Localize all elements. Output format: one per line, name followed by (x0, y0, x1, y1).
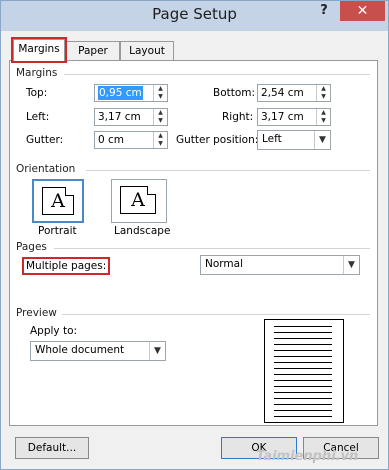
portrait-page-icon: A (42, 187, 74, 215)
spin-down-icon[interactable]: ▼ (154, 140, 167, 148)
spin-down-icon[interactable]: ▼ (317, 117, 330, 125)
margins-group-label: Margins (16, 67, 58, 79)
spin-down-icon[interactable]: ▼ (317, 93, 330, 101)
apply-to-select[interactable]: Whole document ▼ (30, 341, 166, 361)
spin-up-icon[interactable]: ▲ (317, 85, 330, 93)
gutter-label: Gutter: (26, 134, 64, 146)
landscape-page-icon: A (120, 186, 156, 214)
spin-up-icon[interactable]: ▲ (154, 132, 167, 140)
tab-strip: Margins Paper Layout (9, 37, 379, 63)
spin-up-icon[interactable]: ▲ (154, 85, 167, 93)
help-button[interactable]: ? (311, 3, 337, 23)
top-margin-value: 0,95 cm (98, 86, 143, 100)
tab-layout[interactable]: Layout (120, 41, 174, 60)
margins-divider (64, 74, 370, 75)
margins-panel: Margins Top: 0,95 cm ▲ ▼ Bottom: 2,54 cm … (9, 60, 378, 426)
multiple-pages-label: Multiple pages: (21, 257, 111, 275)
default-button[interactable]: Default... (15, 437, 89, 459)
multiple-pages-value: Normal (205, 258, 243, 270)
watermark-logo: Taimienphi.vn (256, 449, 359, 464)
landscape-label: Landscape (114, 225, 171, 237)
portrait-option[interactable]: A (32, 179, 84, 223)
pages-group-label: Pages (16, 241, 47, 253)
portrait-label: Portrait (38, 225, 77, 237)
apply-to-value: Whole document (35, 344, 125, 356)
orientation-divider (86, 170, 370, 171)
top-label: Top: (26, 87, 48, 99)
spin-down-icon[interactable]: ▼ (154, 93, 167, 101)
close-button[interactable]: ✕ (340, 1, 385, 21)
pages-divider (54, 248, 370, 249)
bottom-label: Bottom: (213, 87, 256, 99)
tab-paper[interactable]: Paper (66, 41, 120, 60)
right-label: Right: (222, 111, 254, 123)
spin-down-icon[interactable]: ▼ (154, 117, 167, 125)
gutter-position-select[interactable]: Left ▼ (257, 130, 331, 150)
gutter-position-value: Left (262, 133, 282, 145)
left-margin-input[interactable]: 3,17 cm ▲ ▼ (94, 108, 168, 126)
apply-to-label: Apply to: (30, 325, 78, 337)
page-setup-dialog: Page Setup ? ✕ Margins Paper Layout Marg… (0, 0, 389, 470)
preview-divider (62, 314, 370, 315)
title-bar: Page Setup ? ✕ (1, 1, 388, 31)
chevron-down-icon: ▼ (149, 342, 165, 360)
multiple-pages-select[interactable]: Normal ▼ (200, 255, 360, 275)
preview-group-label: Preview (16, 307, 57, 319)
close-icon: ✕ (356, 3, 369, 19)
left-label: Left: (26, 111, 50, 123)
top-margin-input[interactable]: 0,95 cm ▲ ▼ (94, 84, 168, 102)
chevron-down-icon: ▼ (343, 256, 359, 274)
spin-up-icon[interactable]: ▲ (154, 109, 167, 117)
page-preview (264, 319, 344, 423)
bottom-margin-value: 2,54 cm (261, 87, 304, 99)
chevron-down-icon: ▼ (314, 131, 330, 149)
right-margin-input[interactable]: 3,17 cm ▲ ▼ (257, 108, 331, 126)
gutter-value: 0 cm (98, 134, 125, 146)
tab-margins[interactable]: Margins (11, 37, 67, 63)
orientation-group-label: Orientation (16, 163, 76, 175)
spin-up-icon[interactable]: ▲ (317, 109, 330, 117)
bottom-margin-input[interactable]: 2,54 cm ▲ ▼ (257, 84, 331, 102)
landscape-option[interactable]: A (111, 179, 167, 223)
gutter-input[interactable]: 0 cm ▲ ▼ (94, 131, 168, 149)
left-margin-value: 3,17 cm (98, 111, 141, 123)
right-margin-value: 3,17 cm (261, 111, 304, 123)
gutter-position-label: Gutter position: (176, 134, 259, 146)
